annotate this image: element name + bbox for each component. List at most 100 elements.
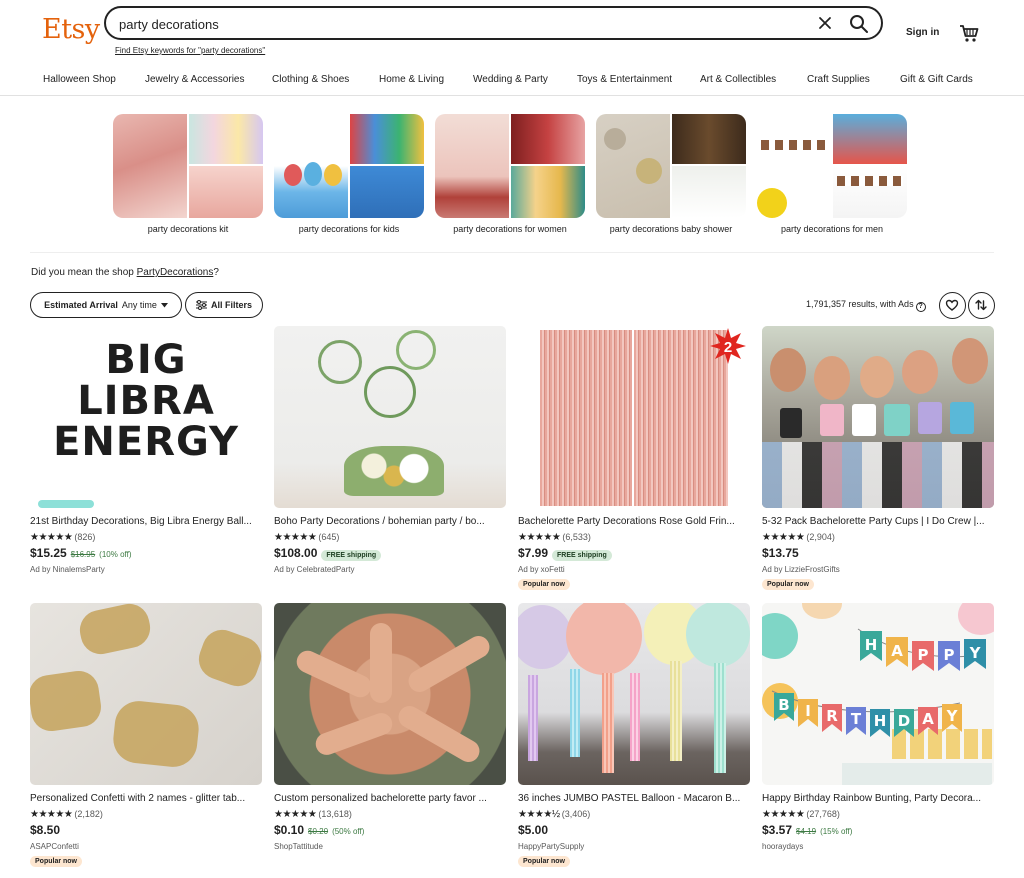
related-search-kids[interactable]: party decorations for kids <box>274 114 424 234</box>
bunting-letter: Y <box>969 644 982 662</box>
listing-price: $7.99 <box>518 546 549 560</box>
starburst-badge-icon: 2 <box>710 328 746 364</box>
info-icon[interactable]: ? <box>915 302 926 312</box>
listing-card[interactable]: Custom personalized bachelorette party f… <box>274 603 506 851</box>
listing-seller[interactable]: HappyPartySupply <box>518 842 584 851</box>
results-count: 1,791,357 results, with Ads? <box>806 299 926 312</box>
listing-card[interactable]: 2 Bachelorette Party Decorations Rose Go… <box>518 326 750 590</box>
category-clothing-shoes[interactable]: Clothing & Shoes <box>272 74 349 85</box>
listing-title[interactable]: Boho Party Decorations / bohemian party … <box>274 516 506 527</box>
estimated-arrival-filter[interactable]: Estimated Arrival Any time <box>30 292 182 318</box>
listing-pricing: $3.57 $4.19 (15% off) <box>762 823 852 837</box>
listing-pricing: $8.50 <box>30 823 60 837</box>
listing-image[interactable]: BIG LIBRA ENERGY <box>30 326 262 508</box>
listing-image[interactable] <box>274 603 506 785</box>
listing-title[interactable]: Happy Birthday Rainbow Bunting, Party De… <box>762 793 994 804</box>
listing-title[interactable]: 5-32 Pack Bachelorette Party Cups | I Do… <box>762 516 994 527</box>
listing-card[interactable]: BIG LIBRA ENERGY 21st Birthday Decoratio… <box>30 326 262 574</box>
related-search-image <box>435 114 585 218</box>
listing-seller[interactable]: Ad by CelebratedParty <box>274 565 355 574</box>
listing-seller[interactable]: Ad by xoFetti <box>518 565 565 574</box>
related-search-image <box>596 114 746 218</box>
listing-image[interactable] <box>518 603 750 785</box>
listing-seller[interactable]: hooraydays <box>762 842 803 851</box>
popular-now-badge: Popular now <box>30 856 82 867</box>
related-search-men[interactable]: party decorations for men <box>757 114 907 234</box>
listing-title[interactable]: Personalized Confetti with 2 names - gli… <box>30 793 262 804</box>
original-price: $16.95 <box>70 550 96 559</box>
listing-pricing: $108.00 FREE shipping <box>274 546 382 561</box>
bunting-letter: P <box>944 646 955 664</box>
listing-pricing: $13.75 <box>762 546 799 560</box>
listing-image[interactable]: H A P P Y B I R T H D A Y <box>762 603 994 785</box>
listing-title[interactable]: 36 inches JUMBO PASTEL Balloon - Macaron… <box>518 793 750 804</box>
bunting-flag: B <box>774 693 794 721</box>
listing-image[interactable] <box>274 326 506 508</box>
related-search-kit[interactable]: party decorations kit <box>113 114 263 234</box>
bunting-flag: A <box>886 637 908 667</box>
bunting-flag: R <box>822 704 842 732</box>
listing-card[interactable]: Boho Party Decorations / bohemian party … <box>274 326 506 574</box>
did-you-mean: Did you mean the shop PartyDecorations? <box>31 267 219 278</box>
category-gift-cards[interactable]: Gift & Gift Cards <box>900 74 973 85</box>
etsy-logo[interactable]: Etsy <box>42 14 100 45</box>
listing-card[interactable]: 36 inches JUMBO PASTEL Balloon - Macaron… <box>518 603 750 867</box>
listing-rating: ★★★★★ (27,768) <box>762 809 840 820</box>
suggested-shop-link[interactable]: PartyDecorations <box>137 267 214 278</box>
related-search-baby-shower[interactable]: party decorations baby shower <box>596 114 746 234</box>
save-search-button[interactable] <box>939 292 966 319</box>
listing-seller[interactable]: ShopTattitude <box>274 842 323 851</box>
listing-card[interactable]: 5-32 Pack Bachelorette Party Cups | I Do… <box>762 326 994 590</box>
category-craft-supplies[interactable]: Craft Supplies <box>807 74 870 85</box>
search-bar[interactable] <box>104 6 883 40</box>
related-search-image <box>757 114 907 218</box>
listing-title[interactable]: 21st Birthday Decorations, Big Libra Ene… <box>30 516 262 527</box>
balloon-word: ENERGY <box>53 419 239 465</box>
listing-seller[interactable]: Ad by NinalemsParty <box>30 565 105 574</box>
category-wedding-party[interactable]: Wedding & Party <box>473 74 548 85</box>
popular-now-badge: Popular now <box>518 856 570 867</box>
search-input[interactable] <box>119 14 799 34</box>
related-search-image <box>113 114 263 218</box>
related-search-women[interactable]: party decorations for women <box>435 114 585 234</box>
bunting-flag: T <box>846 707 866 735</box>
category-home-living[interactable]: Home & Living <box>379 74 444 85</box>
all-filters-button[interactable]: All Filters <box>185 292 263 318</box>
cart-icon[interactable] <box>958 22 980 44</box>
bunting-banner: H A P P Y B I R T H D A Y <box>771 628 986 737</box>
related-search-image <box>274 114 424 218</box>
listing-image[interactable] <box>762 326 994 508</box>
listing-card[interactable]: Personalized Confetti with 2 names - gli… <box>30 603 262 867</box>
bunting-flag: Y <box>942 704 962 732</box>
discount: (50% off) <box>332 827 365 836</box>
search-icon[interactable] <box>848 13 870 35</box>
bunting-letter: P <box>918 646 929 664</box>
bunting-letter: H <box>874 712 887 730</box>
category-halloween-shop[interactable]: Halloween Shop <box>43 74 116 85</box>
listing-seller[interactable]: ASAPConfetti <box>30 842 79 851</box>
listing-image[interactable] <box>30 603 262 785</box>
sign-in-button[interactable]: Sign in <box>906 27 939 38</box>
bunting-letter: H <box>865 636 878 654</box>
category-toys-entertainment[interactable]: Toys & Entertainment <box>577 74 672 85</box>
bunting-letter: A <box>922 710 934 728</box>
category-art-collectibles[interactable]: Art & Collectibles <box>700 74 776 85</box>
original-price: $0.20 <box>308 827 329 836</box>
star-rating-icon: ★★★★★ <box>30 532 73 543</box>
star-rating-icon: ★★★★★ <box>30 809 73 820</box>
bunting-flag: P <box>938 641 960 671</box>
listing-image[interactable]: 2 <box>518 326 750 508</box>
listing-seller[interactable]: Ad by LizzieFrostGifts <box>762 565 840 574</box>
listing-rating: ★★★★★ (6,533) <box>518 532 591 543</box>
section-divider <box>30 252 994 253</box>
bunting-letter: T <box>851 710 862 728</box>
balloon-word: BIG <box>105 337 187 383</box>
listing-card[interactable]: H A P P Y B I R T H D A Y Happy Birthday… <box>762 603 994 851</box>
category-jewelry-accessories[interactable]: Jewelry & Accessories <box>145 74 244 85</box>
sort-button[interactable] <box>968 292 995 319</box>
listing-title[interactable]: Custom personalized bachelorette party f… <box>274 793 506 804</box>
listing-title[interactable]: Bachelorette Party Decorations Rose Gold… <box>518 516 750 527</box>
star-rating-icon: ★★★★★ <box>518 532 561 543</box>
keyword-suggestion-link[interactable]: Find Etsy keywords for "party decoration… <box>115 46 265 55</box>
clear-search-icon[interactable] <box>815 13 835 33</box>
